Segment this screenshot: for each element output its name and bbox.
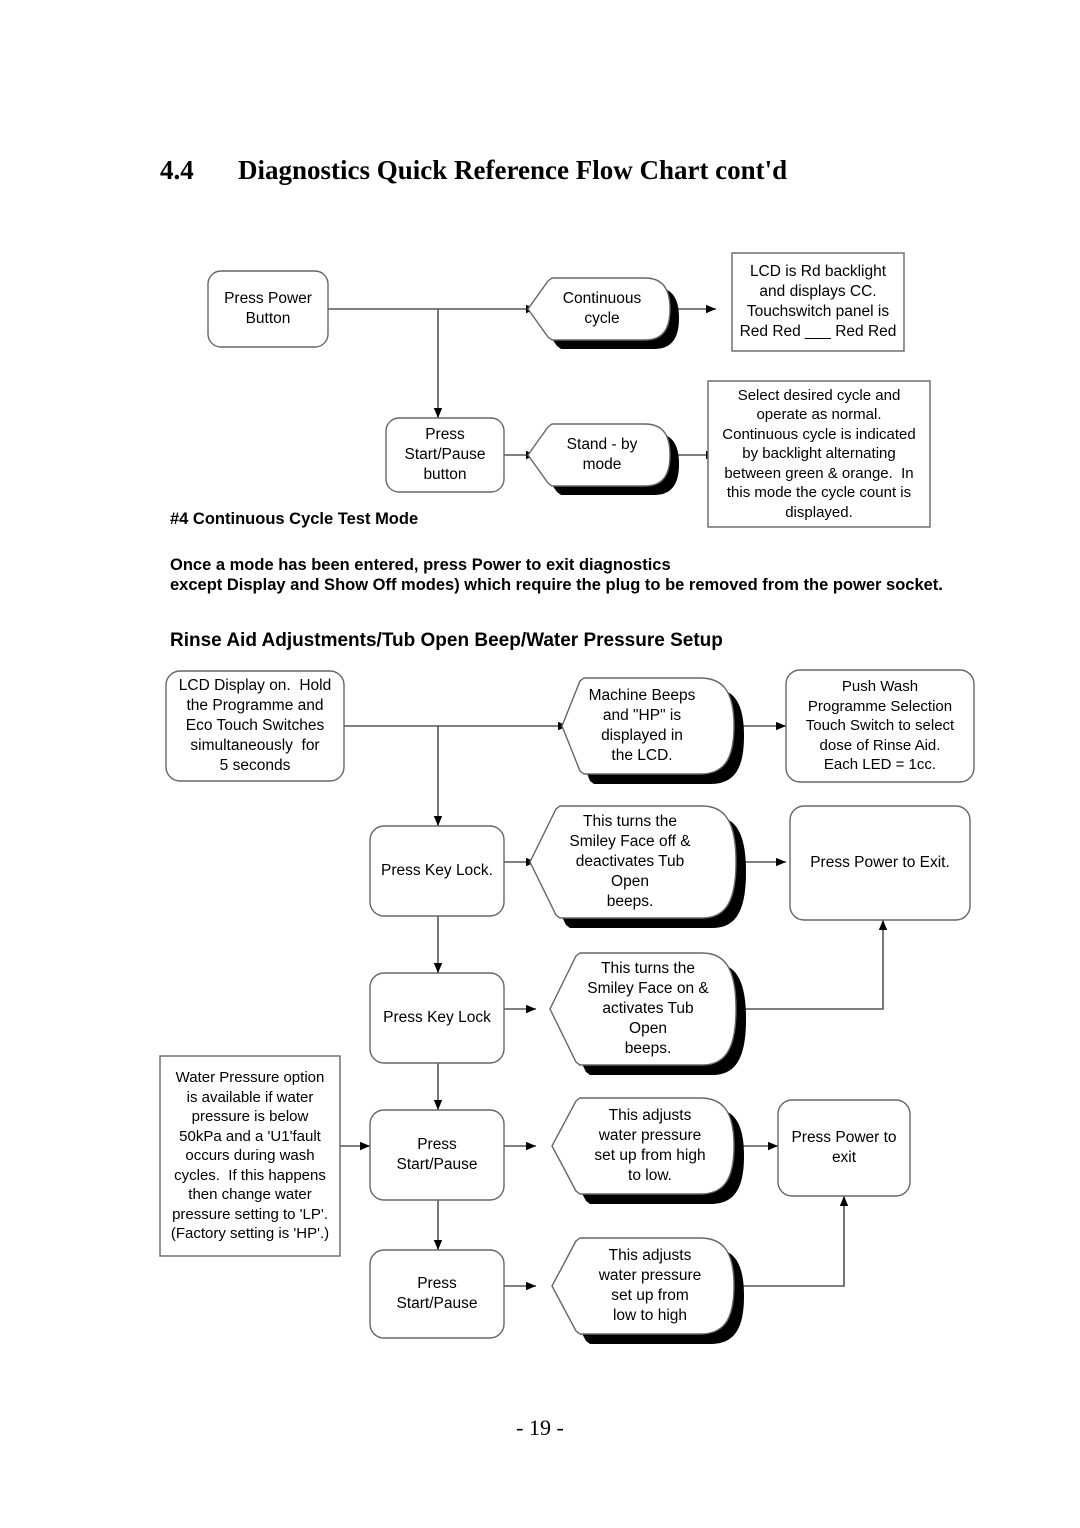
- node-press-key-lock-2: [369, 972, 505, 1064]
- node-lcd-rd-backlight: [731, 252, 905, 352]
- note-exit-line-2: except Display and Show Off modes) which…: [170, 576, 943, 594]
- flowchart-canvas: Press Power Button Continuous cycle LCD is…: [0, 0, 1080, 1528]
- note-continuous-cycle-test-mode: #4 Continuous Cycle Test Mode: [170, 510, 419, 528]
- document-page: 4.4 Diagnostics Quick Reference Flow Char…: [0, 0, 1080, 1528]
- shape-adjust-high-to-low: [551, 1097, 744, 1204]
- shape-smiley-face-off: [529, 805, 746, 928]
- shape-adjust-low-to-high: [551, 1237, 744, 1344]
- node-press-start-pause-1: [369, 1109, 505, 1201]
- shape-machine-beeps: [561, 677, 744, 784]
- node-press-power-to-exit-lower: [777, 1099, 911, 1197]
- shape-smiley-face-on: [549, 952, 746, 1075]
- node-push-wash-programme: [785, 669, 975, 783]
- note-exit-line-1: Once a mode has been entered, press Powe…: [170, 556, 671, 574]
- node-select-desired-cycle: [707, 380, 931, 528]
- page-number: - 19 -: [516, 1415, 564, 1440]
- node-press-power-to-exit-upper: [789, 805, 971, 921]
- section-heading-rinse-aid: Rinse Aid Adjustments/Tub Open Beep/Wate…: [170, 630, 723, 651]
- node-press-key-lock-1: [369, 825, 505, 917]
- node-press-start-pause-button: [385, 417, 505, 493]
- node-lcd-display-on: [165, 670, 345, 782]
- shape-stand-by-mode: [527, 423, 679, 495]
- node-water-pressure-note: [159, 1055, 341, 1257]
- node-press-power-button: [207, 270, 329, 348]
- shape-continuous-cycle: [527, 277, 679, 349]
- node-press-start-pause-2: [369, 1249, 505, 1339]
